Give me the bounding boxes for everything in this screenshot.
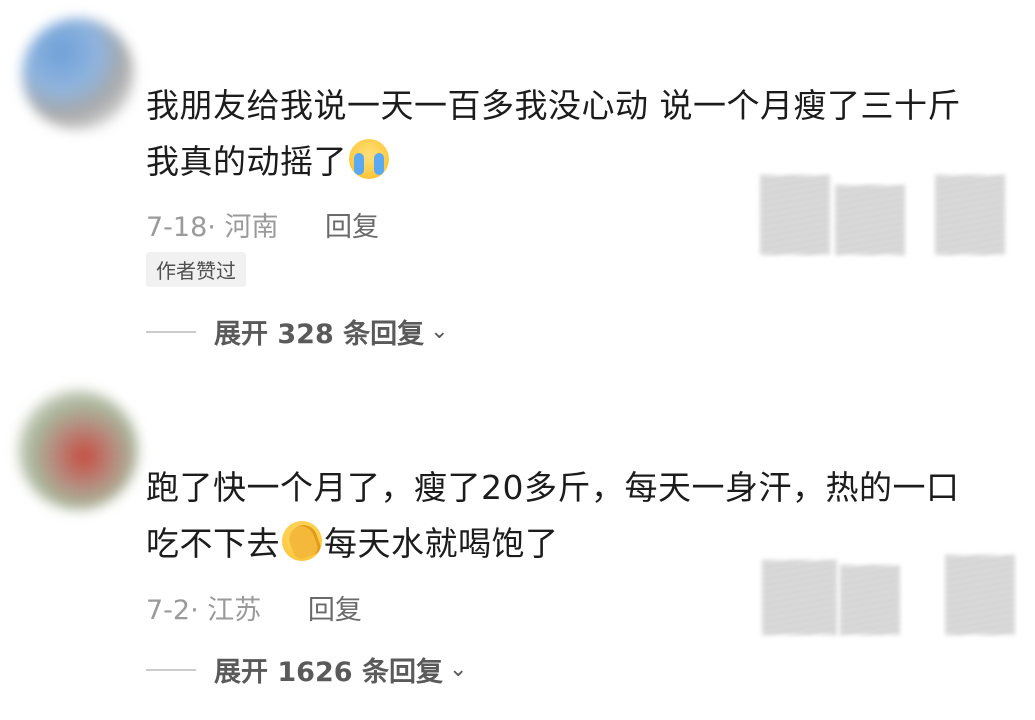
crying-face-icon (349, 139, 389, 179)
expand-replies-label: 展开 328 条回复 (214, 319, 425, 350)
comment-text: 我朋友给我说一天一百多我没心动 说一个月瘦了三十斤我真的动摇了 (146, 78, 976, 190)
divider-line (146, 330, 196, 333)
chevron-down-icon: ⌄ (430, 319, 449, 344)
expand-replies-button[interactable]: 展开 328 条回复 ⌄ (146, 312, 449, 351)
avatar[interactable] (18, 390, 138, 510)
meta-separator: · (190, 595, 208, 626)
comment-text-main: 我朋友给我说一天一百多我没心动 说一个月瘦了三十斤我真的动摇了 (146, 86, 961, 181)
divider-line (146, 668, 196, 671)
comment-location: 河南 (224, 212, 279, 243)
meta-separator: · (207, 212, 225, 243)
comment-location: 江苏 (207, 595, 262, 626)
redacted-avatar (935, 175, 1005, 255)
reply-button[interactable]: 回复 (325, 212, 379, 243)
reply-button[interactable]: 回复 (308, 595, 362, 626)
comment-date: 7-2 (146, 595, 191, 626)
redacted-avatar (762, 560, 837, 635)
redacted-avatar (835, 185, 905, 255)
comment-date: 7-18 (146, 212, 208, 243)
avatar[interactable] (22, 18, 134, 130)
redacted-avatar (840, 565, 900, 635)
facepalm-icon (282, 521, 322, 561)
redacted-avatar (760, 175, 830, 255)
expand-replies-button[interactable]: 展开 1626 条回复 ⌄ (146, 650, 467, 689)
comment-meta: 7-2· 江苏 回复 (146, 588, 362, 627)
redacted-avatar (945, 555, 1015, 635)
author-liked-badge: 作者赞过 (146, 252, 246, 287)
comment-item: 我朋友给我说一天一百多我没心动 说一个月瘦了三十斤我真的动摇了 7-18· 河南… (0, 0, 1035, 360)
comment-meta: 7-18· 河南 回复 (146, 205, 379, 244)
comment-item: 跑了快一个月了，瘦了20多斤，每天一身汗，热的一口吃不下去 每天水就喝饱了 7-2… (0, 360, 1035, 720)
comment-text-tail: 每天水就喝饱了 (324, 524, 559, 563)
expand-replies-label: 展开 1626 条回复 (214, 657, 443, 688)
comment-text: 跑了快一个月了，瘦了20多斤，每天一身汗，热的一口吃不下去 每天水就喝饱了 (146, 460, 976, 572)
chevron-down-icon: ⌄ (448, 657, 468, 682)
